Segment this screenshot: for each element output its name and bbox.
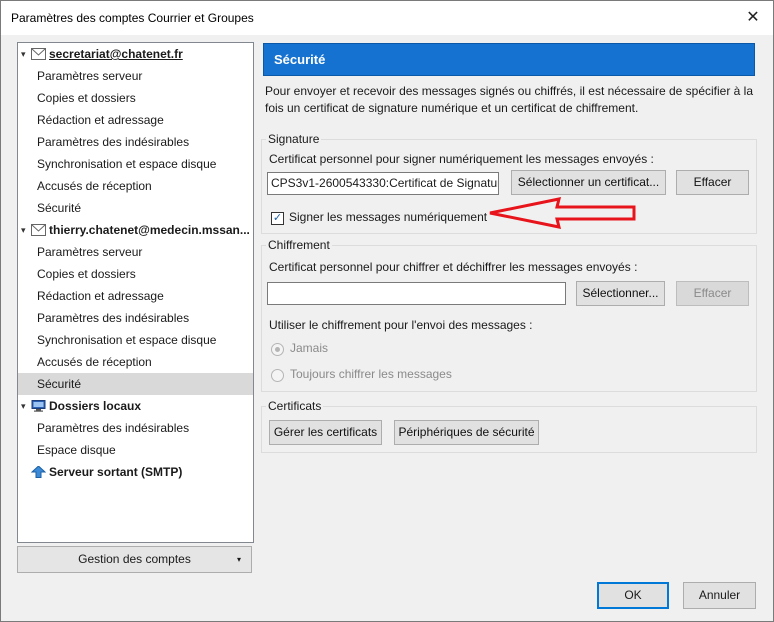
certificates-group: Certificats Gérer les certificats Périph…: [261, 399, 757, 453]
tree-item-label: Paramètres des indésirables: [37, 311, 190, 325]
tree-item-security-selected[interactable]: Sécurité: [18, 373, 253, 395]
tree-item-copies-folders[interactable]: Copies et dossiers: [18, 263, 253, 285]
select-encryption-cert-button[interactable]: Sélectionner...: [576, 281, 665, 306]
tree-item-receipts[interactable]: Accusés de réception: [18, 351, 253, 373]
tree-item-receipts[interactable]: Accusés de réception: [18, 175, 253, 197]
envelope-icon: [31, 224, 46, 236]
signature-cert-field[interactable]: CPS3v1-2600543330:Certificat de Signatur…: [267, 172, 499, 195]
security-pane: Sécurité Pour envoyer et recevoir des me…: [261, 43, 757, 453]
tree-item-junk-settings[interactable]: Paramètres des indésirables: [18, 417, 253, 439]
annotation-arrow-icon: [489, 197, 636, 229]
tree-item-label: Sécurité: [37, 201, 82, 215]
tree-item-junk-settings[interactable]: Paramètres des indésirables: [18, 131, 253, 153]
title-bar: Paramètres des comptes Courrier et Group…: [1, 1, 773, 35]
account-settings-dialog: Paramètres des comptes Courrier et Group…: [0, 0, 774, 622]
ok-button[interactable]: OK: [597, 582, 669, 609]
tree-item-label: Paramètres serveur: [37, 69, 143, 83]
tree-account-secretariat[interactable]: ▾ secretariat@chatenet.fr: [18, 43, 253, 65]
collapse-toggle-icon[interactable]: ▾: [21, 219, 31, 241]
tree-item-label: Paramètres des indésirables: [37, 135, 190, 149]
signature-cert-label: Certificat personnel pour signer numériq…: [269, 152, 654, 166]
chevron-down-icon: ▾: [236, 555, 241, 564]
envelope-icon: [31, 48, 46, 60]
tree-item-label: Espace disque: [37, 443, 116, 457]
encryption-cert-field[interactable]: [267, 282, 566, 305]
tree-item-label: Copies et dossiers: [37, 267, 136, 281]
account-tree: ▾ secretariat@chatenet.fr Paramètres ser…: [17, 42, 254, 543]
radio-always-encrypt[interactable]: [271, 369, 284, 382]
tree-item-security[interactable]: Sécurité: [18, 197, 253, 219]
tree-item-disk-space[interactable]: Espace disque: [18, 439, 253, 461]
encryption-group: Chiffrement Certificat personnel pour ch…: [261, 238, 757, 392]
sign-messages-checkbox[interactable]: ✓: [271, 212, 284, 225]
tree-item-composition[interactable]: Rédaction et adressage: [18, 285, 253, 307]
collapse-toggle-icon[interactable]: ▾: [21, 43, 31, 65]
group-title: Chiffrement: [266, 238, 332, 252]
cancel-button[interactable]: Annuler: [683, 582, 756, 609]
tree-item-label: Rédaction et adressage: [37, 113, 164, 127]
tree-item-label: Accusés de réception: [37, 355, 152, 369]
account-name: secretariat@chatenet.fr: [49, 47, 183, 61]
tree-item-label: Sécurité: [37, 377, 82, 391]
tree-item-junk-settings[interactable]: Paramètres des indésirables: [18, 307, 253, 329]
page-title: Sécurité: [263, 43, 755, 76]
tree-item-label: Rédaction et adressage: [37, 289, 164, 303]
security-intro-text: Pour envoyer et recevoir des messages si…: [265, 84, 754, 115]
clear-encryption-cert-button[interactable]: Effacer: [676, 281, 749, 306]
account-name: Dossiers locaux: [49, 399, 142, 413]
select-signature-cert-button[interactable]: Sélectionner un certificat...: [511, 170, 666, 195]
clear-signature-cert-button[interactable]: Effacer: [676, 170, 749, 195]
tree-item-sync-disk[interactable]: Synchronisation et espace disque: [18, 329, 253, 351]
tree-local-folders[interactable]: ▾ Dossiers locaux: [18, 395, 253, 417]
radio-never-label: Jamais: [290, 341, 329, 355]
smtp-label: Serveur sortant (SMTP): [49, 465, 183, 479]
tree-item-composition[interactable]: Rédaction et adressage: [18, 109, 253, 131]
radio-always-encrypt-label: Toujours chiffrer les messages: [290, 367, 452, 381]
manage-certificates-button[interactable]: Gérer les certificats: [269, 420, 382, 445]
tree-account-thierry[interactable]: ▾ thierry.chatenet@medecin.mssan...: [18, 219, 253, 241]
tree-item-copies-folders[interactable]: Copies et dossiers: [18, 87, 253, 109]
account-name: thierry.chatenet@medecin.mssan...: [49, 223, 250, 237]
group-title: Signature: [266, 132, 322, 146]
tree-item-label: Accusés de réception: [37, 179, 152, 193]
encryption-mode-label: Utiliser le chiffrement pour l'envoi des…: [269, 318, 533, 332]
tree-item-label: Synchronisation et espace disque: [37, 333, 217, 347]
security-devices-button[interactable]: Périphériques de sécurité: [394, 420, 539, 445]
outgoing-server-icon: [31, 466, 46, 478]
group-title: Certificats: [266, 399, 324, 413]
tree-item-sync-disk[interactable]: Synchronisation et espace disque: [18, 153, 253, 175]
tree-item-server-settings[interactable]: Paramètres serveur: [18, 65, 253, 87]
window-title: Paramètres des comptes Courrier et Group…: [11, 11, 254, 25]
tree-item-label: Synchronisation et espace disque: [37, 157, 217, 171]
tree-item-label: Copies et dossiers: [37, 91, 136, 105]
close-icon[interactable]: ✕: [741, 6, 765, 30]
sign-messages-label: Signer les messages numériquement: [289, 210, 488, 224]
tree-item-server-settings[interactable]: Paramètres serveur: [18, 241, 253, 263]
radio-never[interactable]: [271, 343, 284, 356]
collapse-toggle-icon[interactable]: ▾: [21, 395, 31, 417]
account-actions-button[interactable]: Gestion des comptes ▾: [17, 546, 252, 573]
tree-item-label: Paramètres des indésirables: [37, 421, 190, 435]
encryption-cert-label: Certificat personnel pour chiffrer et dé…: [269, 260, 638, 274]
tree-item-label: Paramètres serveur: [37, 245, 143, 259]
computer-icon: [31, 400, 46, 412]
tree-smtp-server[interactable]: Serveur sortant (SMTP): [18, 461, 253, 483]
account-actions-label: Gestion des comptes: [78, 552, 191, 566]
